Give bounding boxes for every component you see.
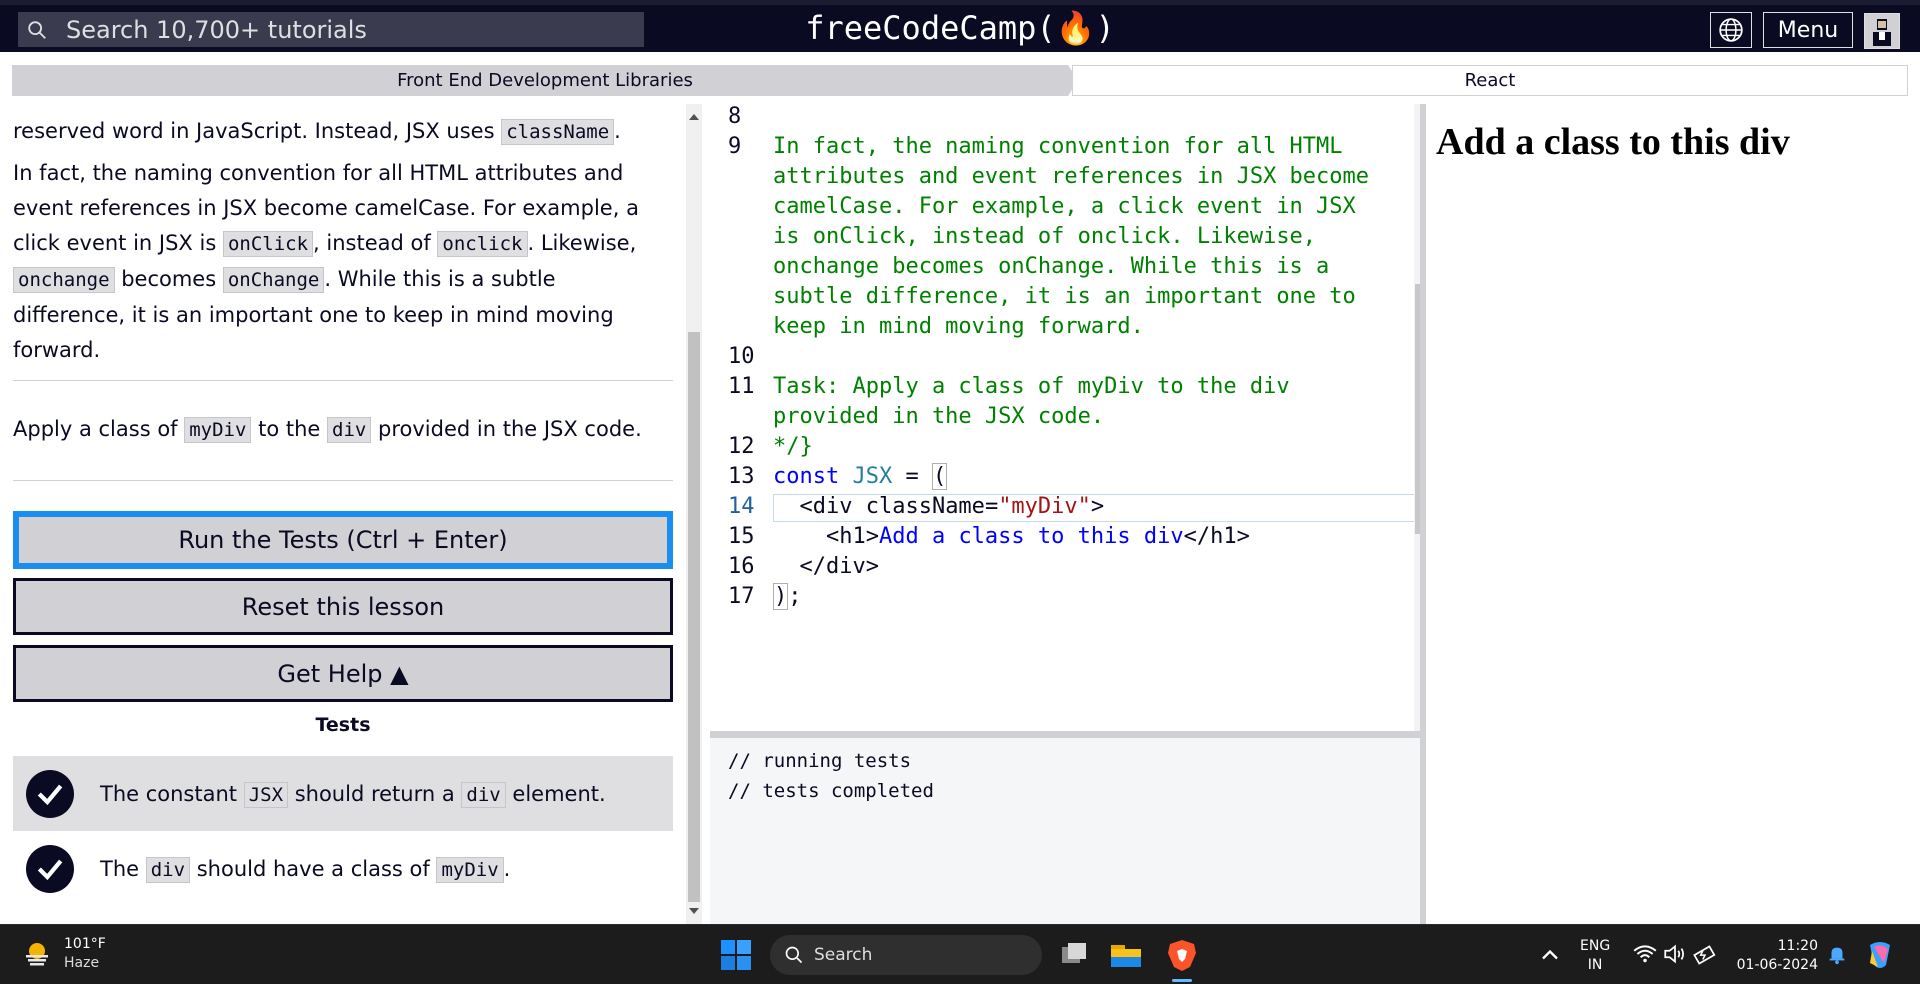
check-icon (26, 844, 74, 893)
run-tests-button[interactable]: Run the Tests (Ctrl + Enter) (13, 511, 673, 569)
chevron-up-icon[interactable] (1536, 941, 1564, 969)
wifi-icon[interactable] (1632, 941, 1658, 967)
instructions-paragraph-1: reserved word in JavaScript. Instead, JS… (13, 119, 621, 145)
code-line: keep in mind moving forward. (773, 314, 1144, 339)
line-number: 10 (728, 344, 755, 369)
instructions-panel: reserved word in JavaScript. Instead, JS… (0, 104, 686, 924)
console-line: // running tests (728, 750, 912, 772)
divider (13, 380, 673, 381)
inline-code: onChange (222, 267, 325, 293)
haze-sun-icon (26, 943, 48, 966)
weather-temp: 101°F (64, 936, 106, 952)
freecodecamp-logo[interactable]: freeCodeCamp(🔥) (805, 9, 1115, 47)
preview-heading: Add a class to this div (1436, 121, 1790, 163)
code-line: ); (773, 583, 802, 610)
code-line: <div className="myDiv"> (773, 494, 1105, 519)
divider (13, 480, 673, 481)
code-editor[interactable]: 8 9 10 11 12 13 14 15 16 17 In fact, the… (710, 104, 1420, 731)
instructions-scrollbar[interactable] (686, 104, 702, 924)
code-line: provided in the JSX code. (773, 404, 1105, 429)
code-line: attributes and event references in JSX b… (773, 164, 1370, 189)
code-line: subtle difference, it is an important on… (773, 284, 1356, 309)
search-bar[interactable]: Search 10,700+ tutorials (18, 12, 644, 47)
task-view-icon[interactable] (1056, 937, 1092, 973)
check-icon (26, 769, 74, 818)
inline-code: onchange (13, 267, 115, 293)
taskbar-search[interactable]: Search (770, 935, 1042, 975)
language-button[interactable] (1710, 12, 1752, 48)
weather-condition: Haze (64, 955, 100, 971)
inline-code: div (461, 781, 506, 808)
system-clock[interactable]: 11:20 01-06-2024 (1728, 937, 1818, 975)
task-description: Apply a class of myDiv to the div provid… (13, 417, 642, 443)
inline-code: div (327, 417, 372, 443)
line-number-gutter: 8 9 10 11 12 13 14 15 16 17 (710, 104, 770, 731)
line-number: 9 (728, 134, 742, 159)
preview-pane: Add a class to this div (1426, 104, 1920, 924)
inline-code: onClick (222, 231, 314, 257)
windows-taskbar: 101°F Haze Search ENG IN 11:20 01-06-2024 (0, 924, 1920, 984)
scroll-up-arrow-icon[interactable] (689, 114, 699, 120)
globe-icon (1719, 18, 1743, 42)
editor-console-resizer[interactable] (710, 731, 1420, 738)
code-line: is onClick, instead of onclick. Likewise… (773, 224, 1317, 249)
scrollbar-thumb[interactable] (688, 332, 700, 902)
inline-code: className (501, 119, 615, 145)
test-item: The div should have a class of myDiv. (13, 831, 673, 906)
file-explorer-icon[interactable] (1108, 937, 1144, 973)
weather-widget[interactable]: 101°F Haze (22, 935, 106, 973)
battery-icon[interactable] (1692, 941, 1718, 967)
tests-title: Tests (315, 714, 371, 736)
code-line: */} (773, 434, 813, 459)
language-indicator[interactable]: ENG IN (1580, 937, 1610, 975)
code-line: <h1>Add a class to this div</h1> (773, 524, 1250, 549)
line-number: 8 (728, 104, 742, 129)
top-nav-bar: Search 10,700+ tutorials freeCodeCamp(🔥)… (0, 0, 1920, 52)
code-line: camelCase. For example, a click event in… (773, 194, 1356, 219)
volume-icon[interactable] (1662, 941, 1688, 967)
code-line: Task: Apply a class of myDiv to the div (773, 374, 1290, 399)
search-placeholder: Search 10,700+ tutorials (66, 15, 367, 44)
notification-bell-icon[interactable] (1826, 943, 1848, 965)
get-help-button[interactable]: Get Help ▲ (13, 645, 673, 702)
line-number: 15 (728, 524, 755, 549)
code-line: In fact, the naming convention for all H… (773, 134, 1343, 159)
line-number: 17 (728, 584, 755, 609)
windows-start-icon[interactable] (720, 939, 752, 971)
breadcrumb-block[interactable]: React (1072, 65, 1908, 96)
active-app-indicator (1172, 979, 1192, 982)
code-line: </div> (773, 554, 879, 579)
line-number: 16 (728, 554, 755, 579)
instructions-paragraph-2: In fact, the naming convention for all H… (13, 161, 639, 362)
breadcrumb: Front End Development Libraries React (12, 65, 1908, 96)
inline-code: onclick (437, 231, 528, 257)
code-line: const JSX = ( (773, 463, 948, 490)
code-line: onchange becomes onChange. While this is… (773, 254, 1330, 279)
search-icon (785, 946, 803, 964)
inline-code: myDiv (436, 856, 504, 883)
search-icon (28, 20, 46, 39)
line-number: 12 (728, 434, 755, 459)
inline-code: myDiv (184, 417, 252, 443)
copilot-icon[interactable] (1862, 937, 1898, 973)
console-line: // tests completed (728, 780, 934, 802)
breadcrumb-superblock[interactable]: Front End Development Libraries (12, 65, 1078, 96)
avatar[interactable] (1864, 13, 1900, 49)
reset-lesson-button[interactable]: Reset this lesson (13, 578, 673, 635)
brave-browser-icon[interactable] (1164, 937, 1200, 973)
menu-button[interactable]: Menu (1763, 12, 1853, 48)
scroll-down-arrow-icon[interactable] (689, 908, 699, 914)
inline-code: div (145, 856, 191, 883)
line-number: 11 (728, 374, 755, 399)
line-number: 14 (728, 494, 755, 519)
line-number: 13 (728, 464, 755, 489)
test-console: // running tests // tests completed (710, 738, 1420, 924)
user-avatar-icon (1873, 19, 1891, 46)
test-item: The constant JSX should return a div ele… (13, 756, 673, 831)
inline-code: JSX (243, 781, 289, 808)
